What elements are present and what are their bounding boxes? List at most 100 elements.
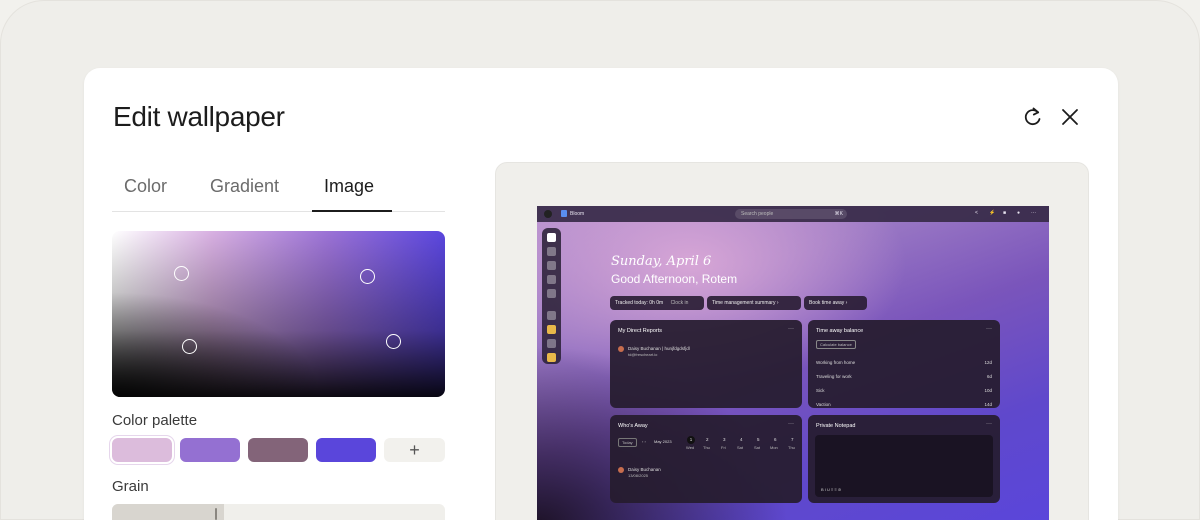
away-person: Daisy Buchanan xyxy=(628,467,661,472)
card-title: Private Notepad xyxy=(816,423,856,429)
people-icon xyxy=(547,261,556,270)
bloom-logo-icon xyxy=(561,210,567,217)
away-date: 13/08/2025 xyxy=(628,473,649,478)
color-handle-2[interactable] xyxy=(360,269,375,284)
time-summary-pill: Time management summary › xyxy=(707,296,801,310)
palette-swatch[interactable] xyxy=(110,436,174,464)
calendar-month: May 2023 xyxy=(654,439,672,444)
tab-color[interactable]: Color xyxy=(124,176,167,197)
refresh-icon xyxy=(1024,107,1041,126)
calendar-day-name: Fri xyxy=(721,445,726,450)
org-icon xyxy=(547,289,556,298)
color-handle-3[interactable] xyxy=(182,339,197,354)
grain-slider[interactable] xyxy=(112,504,445,520)
color-handle-1[interactable] xyxy=(174,266,189,281)
palette-swatch[interactable] xyxy=(316,438,376,462)
report-name: Daisy Buchanan | hunjfdgdsfjdl xyxy=(628,346,690,351)
color-palette-label: Color palette xyxy=(112,412,198,429)
calendar-day-name: Sat xyxy=(754,445,761,450)
check-icon: ■ xyxy=(1003,210,1007,216)
calendar-day-number: 7 xyxy=(791,437,794,442)
avatar xyxy=(544,210,552,218)
balance-value: 14d xyxy=(984,402,992,407)
private-notepad-card: Private Notepad ··· B I U ≡ ≡ ⊘ xyxy=(808,415,1000,503)
avatar xyxy=(618,346,624,352)
calendar-day-number: 1 xyxy=(687,436,695,444)
more-icon: ··· xyxy=(986,326,992,332)
today-button: Today xyxy=(618,438,637,447)
mail-icon xyxy=(547,339,556,348)
help-icon: ● xyxy=(1017,210,1021,216)
tracked-text: Tracked today: 0h 0m xyxy=(615,300,664,306)
reset-button[interactable] xyxy=(1020,104,1046,130)
wallpaper-preview: Bloom Search people ⌘K < ⚡ ■ ● ··· Sunda… xyxy=(495,162,1089,520)
preview-greeting: Good Afternoon, Rotem xyxy=(611,272,738,286)
card-title: Time away balance xyxy=(816,328,864,334)
clock-icon xyxy=(547,247,556,256)
close-button[interactable] xyxy=(1057,104,1083,130)
time-away-card: Time away balance ··· Calculate balance … xyxy=(808,320,1000,408)
edit-wallpaper-modal: Edit wallpaper Color Gradient Image Colo… xyxy=(84,68,1118,520)
card-title: My Direct Reports xyxy=(618,328,663,334)
tab-image[interactable]: Image xyxy=(324,176,374,197)
calendar-day-name: Thu xyxy=(703,445,710,450)
tab-gradient[interactable]: Gradient xyxy=(210,176,279,197)
balance-value: 6d xyxy=(986,374,992,379)
more-icon: ··· xyxy=(986,421,992,427)
format-toolbar: B I U ≡ ≡ ⊘ xyxy=(821,487,842,492)
doc-icon xyxy=(547,353,556,362)
book-time-text: Book time away xyxy=(809,300,845,306)
gift-icon xyxy=(547,311,556,320)
brand-name: Bloom xyxy=(570,211,585,217)
chart-icon xyxy=(547,275,556,284)
calendar-day-number: 2 xyxy=(706,437,709,442)
color-handle-4[interactable] xyxy=(386,334,401,349)
more-icon: ··· xyxy=(1031,210,1036,216)
palette-swatch[interactable] xyxy=(180,438,240,462)
home-icon xyxy=(547,233,556,242)
shortcut-hint: ⌘K xyxy=(834,211,843,217)
tracked-pill: Tracked today: 0h 0m Clock in xyxy=(610,296,704,310)
gradient-picker[interactable] xyxy=(112,231,445,397)
calendar-day-number: 4 xyxy=(740,437,743,442)
modal-title: Edit wallpaper xyxy=(113,101,285,132)
preview-sidebar xyxy=(542,228,561,364)
preview-date: Sunday, April 6 xyxy=(611,254,712,269)
balance-value: 12d xyxy=(984,360,992,365)
plus-icon: + xyxy=(409,439,420,460)
grain-label: Grain xyxy=(112,478,149,495)
balance-value: 10d xyxy=(984,388,992,393)
calendar-day-name: Thu xyxy=(788,445,795,450)
book-time-pill: Book time away › xyxy=(804,296,867,310)
search-placeholder: Search people xyxy=(741,211,774,217)
upload-icon xyxy=(547,325,556,334)
bolt-icon: ⚡ xyxy=(989,210,996,216)
whos-away-card: Who's Away ··· Today ‹ › May 2023 1 Wed … xyxy=(610,415,802,503)
color-palette: + xyxy=(110,436,445,464)
palette-swatch[interactable] xyxy=(248,438,308,462)
calendar-day-name: Wed xyxy=(686,445,695,450)
preview-topbar: Bloom Search people ⌘K < ⚡ ■ ● ··· xyxy=(537,206,1049,222)
add-color-button[interactable]: + xyxy=(384,438,445,462)
calendar-day-name: Sat xyxy=(737,445,744,450)
avatar xyxy=(618,467,624,473)
close-icon xyxy=(1062,109,1078,125)
clock-in-text: Clock in xyxy=(670,300,689,306)
more-icon: ··· xyxy=(788,421,794,427)
preview-screenshot: Bloom Search people ⌘K < ⚡ ■ ● ··· Sunda… xyxy=(537,206,1049,520)
calendar-day-number: 5 xyxy=(757,437,760,442)
balance-label: Traveling for work xyxy=(816,374,852,379)
calendar-day-number: 3 xyxy=(723,437,726,442)
preview-search: Search people ⌘K xyxy=(735,209,847,219)
balance-label: Working from home xyxy=(816,360,856,365)
notepad-area: B I U ≡ ≡ ⊘ xyxy=(815,435,993,497)
calendar-nav-icon: ‹ › xyxy=(642,439,646,444)
report-email: td@frescheart.io xyxy=(628,352,658,357)
active-tab-indicator xyxy=(312,210,392,212)
calendar-day-name: Mon xyxy=(770,445,778,450)
grain-slider-handle[interactable] xyxy=(215,508,217,520)
balance-label: Sick xyxy=(816,388,825,393)
card-title: Who's Away xyxy=(618,423,648,429)
balance-label: Vaction xyxy=(816,402,831,407)
grain-slider-fill xyxy=(112,504,224,520)
